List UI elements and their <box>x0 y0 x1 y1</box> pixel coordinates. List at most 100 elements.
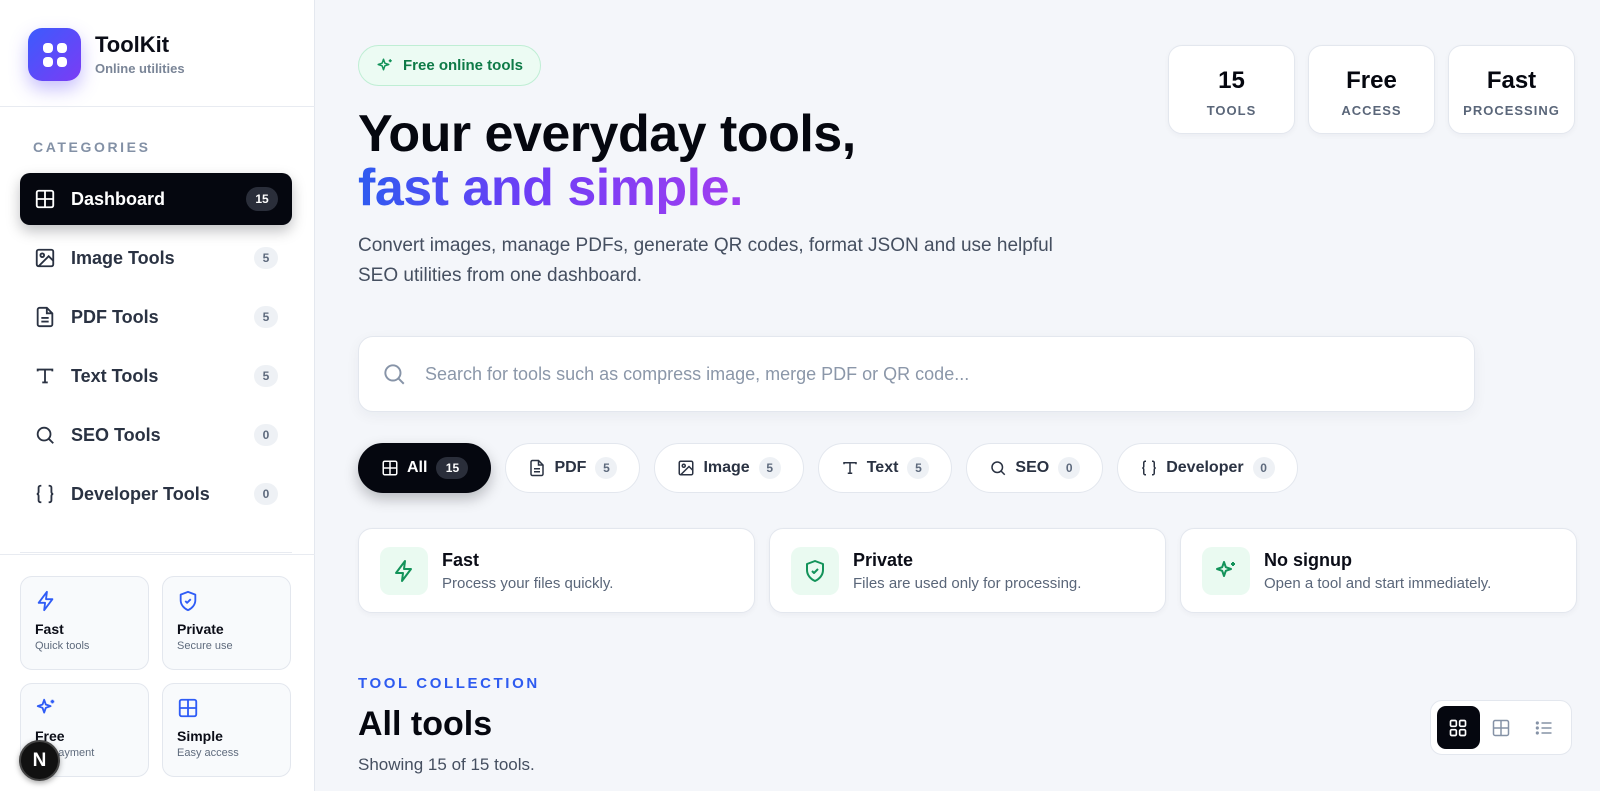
sidebar-divider <box>0 106 315 107</box>
search-input[interactable] <box>425 363 1474 385</box>
hero-title-line2: fast and simple. <box>358 159 744 217</box>
collection-title: All tools <box>358 705 493 743</box>
filter-chip-image[interactable]: Image 5 <box>654 443 804 493</box>
categories-heading: CATEGORIES <box>33 139 151 155</box>
benefit-title: Fast <box>442 549 480 570</box>
benefit-card-fast: Fast Process your files quickly. <box>358 528 755 613</box>
shield-icon <box>177 590 199 612</box>
dev-tools-badge[interactable]: N <box>19 740 60 781</box>
sidebar-item-pdf-tools[interactable]: PDF Tools 5 <box>20 291 292 343</box>
file-icon <box>34 306 56 328</box>
feature-subtitle: Quick tools <box>35 640 90 652</box>
grid-icon <box>177 697 199 719</box>
search-icon <box>381 361 407 387</box>
shield-icon <box>791 546 839 595</box>
feature-card-private: Private Secure use <box>162 576 291 670</box>
sidebar-item-count: 5 <box>254 306 278 328</box>
feature-subtitle: Easy access <box>177 747 239 759</box>
filter-count: 0 <box>1058 457 1081 479</box>
filter-label: Developer <box>1166 459 1244 476</box>
tool-search <box>358 336 1475 412</box>
grid-view-icon <box>1448 718 1468 738</box>
stat-label: ACCESS <box>1341 103 1402 118</box>
filter-count: 5 <box>907 457 930 479</box>
dev-badge-letter: N <box>32 749 47 771</box>
toolkit-logo-icon <box>28 28 81 81</box>
braces-icon <box>34 483 56 505</box>
feature-title: Simple <box>177 728 223 744</box>
sidebar-item-count: 15 <box>246 187 278 211</box>
sidebar-item-label: PDF Tools <box>71 306 159 327</box>
sidebar-item-label: Dashboard <box>71 188 166 209</box>
filter-label: Image <box>703 459 750 476</box>
pill-label: Free online tools <box>403 57 524 74</box>
hero-title-line1: Your everyday tools, <box>358 105 856 163</box>
brand[interactable]: ToolKit Online utilities <box>28 28 185 81</box>
image-icon <box>34 247 56 269</box>
collection-tag: TOOL COLLECTION <box>358 675 540 692</box>
list-view-icon <box>1534 718 1554 738</box>
feature-title: Free <box>35 728 65 744</box>
benefit-card-private: Private Files are used only for processi… <box>769 528 1166 613</box>
stat-card-processing: Fast PROCESSING <box>1448 45 1575 134</box>
sidebar-item-label: Image Tools <box>71 247 175 268</box>
benefit-title: No signup <box>1264 549 1352 570</box>
sparkle-icon <box>1202 546 1250 595</box>
benefit-subtitle: Files are used only for processing. <box>853 574 1082 592</box>
stat-label: PROCESSING <box>1463 103 1560 118</box>
sparkle-icon <box>376 57 394 75</box>
filter-chip-seo[interactable]: SEO 0 <box>966 443 1104 493</box>
grid-view-button[interactable] <box>1437 706 1480 749</box>
search-icon <box>34 424 56 446</box>
stat-value: Fast <box>1486 67 1537 94</box>
benefit-card-no-signup: No signup Open a tool and start immediat… <box>1180 528 1577 613</box>
sidebar-item-image-tools[interactable]: Image Tools 5 <box>20 232 292 284</box>
filter-chip-pdf[interactable]: PDF 5 <box>505 443 641 493</box>
filter-chip-developer[interactable]: Developer 0 <box>1117 443 1298 493</box>
main-content: Free online tools Your everyday tools, f… <box>315 0 1600 791</box>
sidebar-item-label: Text Tools <box>71 365 159 386</box>
brand-title: ToolKit <box>95 32 170 58</box>
feature-title: Fast <box>35 621 64 637</box>
sidebar-item-seo-tools[interactable]: SEO Tools 0 <box>20 409 292 461</box>
type-icon <box>841 459 859 477</box>
category-filters: All 15 PDF 5 Image 5 Text 5 SEO 0 Develo… <box>358 443 1312 493</box>
brand-subtitle: Online utilities <box>95 60 185 76</box>
benefit-title: Private <box>853 549 914 570</box>
filter-count: 5 <box>595 457 618 479</box>
list-view-button[interactable] <box>1522 706 1565 749</box>
braces-icon <box>1140 459 1158 477</box>
image-icon <box>677 459 695 477</box>
sidebar-item-label: SEO Tools <box>71 424 161 445</box>
filter-chip-text[interactable]: Text 5 <box>817 443 953 493</box>
collection-count: Showing 15 of 15 tools. <box>358 755 535 774</box>
sidebar-nav: Dashboard 15 Image Tools 5 PDF Tools 5 T… <box>20 173 292 527</box>
sidebar-divider <box>0 554 315 555</box>
sidebar-item-dashboard[interactable]: Dashboard 15 <box>20 173 292 225</box>
grid-icon <box>34 188 56 210</box>
sidebar-item-text-tools[interactable]: Text Tools 5 <box>20 350 292 402</box>
filter-label: SEO <box>1015 459 1050 476</box>
table-view-button[interactable] <box>1480 706 1523 749</box>
feature-title: Private <box>177 621 224 637</box>
sidebar-item-count: 5 <box>254 247 278 269</box>
feature-subtitle: Secure use <box>177 640 233 652</box>
filter-chip-all[interactable]: All 15 <box>358 443 492 493</box>
free-tools-pill: Free online tools <box>358 45 542 86</box>
grid-icon <box>381 459 399 477</box>
sidebar-item-label: Developer Tools <box>71 483 210 504</box>
sparkle-icon <box>35 697 57 719</box>
table-view-icon <box>1491 718 1511 738</box>
sidebar-divider <box>20 552 292 553</box>
sidebar-item-developer-tools[interactable]: Developer Tools 0 <box>20 468 292 520</box>
stat-label: TOOLS <box>1206 103 1257 118</box>
feature-card-fast: Fast Quick tools <box>20 576 149 670</box>
filter-label: All <box>407 459 428 476</box>
filter-count: 0 <box>1252 457 1275 479</box>
stat-value: Free <box>1346 67 1397 94</box>
hero-description: Convert images, manage PDFs, generate QR… <box>358 235 1053 286</box>
feature-card-simple: Simple Easy access <box>162 683 291 777</box>
sidebar-item-count: 0 <box>254 424 278 446</box>
stat-card-access: Free ACCESS <box>1308 45 1435 134</box>
file-icon <box>528 459 546 477</box>
